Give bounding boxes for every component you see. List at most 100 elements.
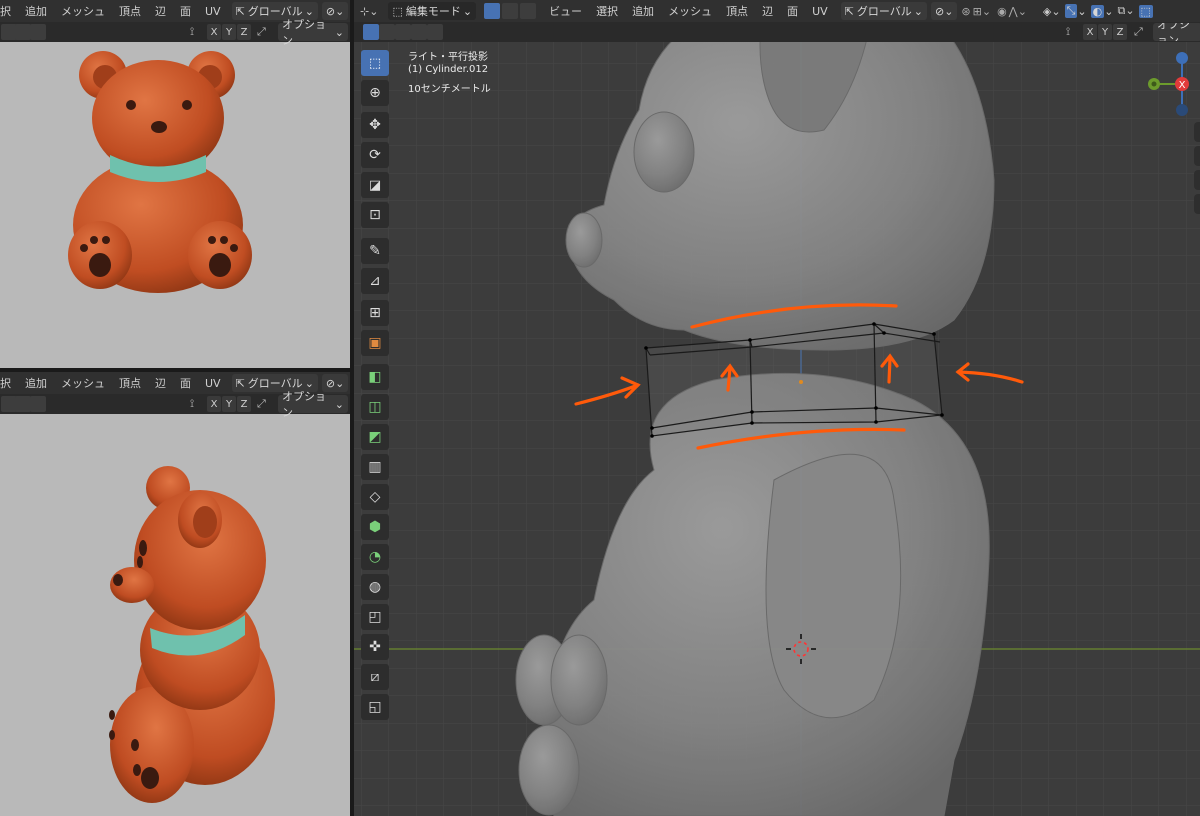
tool-rotate[interactable]: ⟳ [361, 142, 389, 168]
tool-move[interactable]: ✥ [361, 112, 389, 138]
tool-scale[interactable]: ◪ [361, 172, 389, 198]
menu-edge[interactable]: 辺 [155, 3, 166, 19]
proportional-icon[interactable]: ◉ [997, 5, 1007, 18]
select-mode-icon[interactable] [30, 396, 46, 412]
menu-view[interactable]: ビュー [549, 3, 582, 19]
menu-face[interactable]: 面 [180, 375, 191, 391]
overlay-toggle-icon[interactable]: ◐ [1090, 4, 1105, 18]
mirror-icon[interactable]: ⟟ [190, 25, 194, 39]
menu-mesh[interactable]: メッシュ [61, 3, 105, 19]
tool-extrude[interactable]: ◧ [361, 364, 389, 390]
menu-face[interactable]: 面 [787, 3, 798, 19]
tool-poly-build[interactable]: ⬢ [361, 514, 389, 540]
tool-spin[interactable]: ◔ [361, 544, 389, 570]
xray-icon[interactable]: ⧉⌄ [1117, 4, 1134, 18]
axis-y-button[interactable]: Y [222, 24, 236, 40]
mirror-icon[interactable]: ⟟ [1066, 25, 1070, 39]
axis-z-button[interactable]: Z [237, 24, 251, 40]
edge-select-icon[interactable] [502, 3, 519, 19]
menu-select[interactable]: 択 [0, 3, 11, 19]
perspective-button[interactable] [1194, 194, 1200, 214]
mode-dropdown[interactable]: ⬚ 編集モード ⌄ [388, 2, 477, 20]
tool-annotate[interactable]: ✎ [361, 238, 389, 264]
select-subtract-icon[interactable] [395, 24, 411, 40]
select-invert-icon[interactable] [411, 24, 427, 40]
menu-add[interactable]: 追加 [632, 3, 654, 19]
menu-vertex[interactable]: 頂点 [119, 3, 141, 19]
axis-z-button[interactable]: Z [237, 396, 251, 412]
menu-vertex[interactable]: 頂点 [726, 3, 748, 19]
tool-cursor[interactable]: ⊕ [361, 80, 389, 106]
menu-edge[interactable]: 辺 [155, 375, 166, 391]
tool-smooth[interactable]: ◍ [361, 574, 389, 600]
axis-z-button[interactable]: Z [1113, 24, 1127, 40]
orientation-dropdown[interactable]: ⇱ グローバル ⌄ [840, 2, 927, 20]
zoom-button[interactable] [1194, 122, 1200, 142]
select-mode-icon[interactable] [15, 24, 31, 40]
mirror-icon[interactable]: ⟟ [190, 397, 194, 411]
axis-x-button[interactable]: X [207, 396, 221, 412]
axis-y-button[interactable]: Y [1098, 24, 1112, 40]
vertex-select-icon[interactable] [484, 3, 501, 19]
viewport-grid [354, 0, 1200, 816]
auto-merge-icon[interactable]: ⤢ [257, 397, 266, 411]
tool-loop-cut[interactable]: ▥ [361, 454, 389, 480]
select-new-icon[interactable] [363, 24, 379, 40]
pan-button[interactable] [1194, 146, 1200, 166]
menu-mesh[interactable]: メッシュ [668, 3, 712, 19]
select-extend-icon[interactable] [379, 24, 395, 40]
menu-uv[interactable]: UV [205, 377, 221, 390]
face-select-icon[interactable] [520, 3, 537, 19]
tool-knife[interactable]: ◇ [361, 484, 389, 510]
camera-view-button[interactable] [1194, 170, 1200, 190]
shading-icon[interactable]: ⬚ [1138, 4, 1153, 18]
auto-merge-icon[interactable]: ⤢ [257, 25, 266, 39]
menu-mesh[interactable]: メッシュ [61, 375, 105, 391]
main-subheader: ⟟ X Y Z ⤢ オプション [354, 22, 1200, 42]
select-mode-icon[interactable] [30, 24, 46, 40]
tool-add-cube[interactable]: ⊞ [361, 300, 389, 326]
chevron-down-icon[interactable]: ⌄ [1077, 5, 1086, 18]
chevron-down-icon[interactable]: ⌄ [1104, 5, 1113, 18]
menu-add[interactable]: 追加 [25, 3, 47, 19]
menu-vertex[interactable]: 頂点 [119, 375, 141, 391]
tool-rip[interactable]: ◱ [361, 694, 389, 720]
tool-shear[interactable]: ⧄ [361, 664, 389, 690]
tool-inset[interactable]: ◫ [361, 394, 389, 420]
snap-target-icon[interactable]: ⊞⌄ [973, 5, 991, 18]
navigation-gizmo[interactable]: X [1140, 42, 1200, 122]
menu-face[interactable]: 面 [180, 3, 191, 19]
select-mode-icon[interactable] [15, 396, 31, 412]
menu-add[interactable]: 追加 [25, 375, 47, 391]
menu-uv[interactable]: UV [205, 5, 221, 18]
axis-y-button[interactable]: Y [222, 396, 236, 412]
tool-annotate-extra[interactable]: ▣ [361, 330, 389, 356]
auto-merge-icon[interactable]: ⤢ [1134, 25, 1143, 39]
editor-type-icon[interactable]: ⊹⌄ [360, 5, 378, 18]
falloff-icon[interactable]: ⋀⌄ [1009, 5, 1027, 18]
tool-measure[interactable]: ⊿ [361, 268, 389, 294]
tool-select-box[interactable]: ⬚ [361, 50, 389, 76]
smooth-icon: ◍ [368, 579, 382, 595]
menu-uv[interactable]: UV [812, 5, 828, 18]
axis-x-button[interactable]: X [207, 24, 221, 40]
menu-edge[interactable]: 辺 [762, 3, 773, 19]
rotate-icon: ⟳ [369, 147, 381, 163]
tool-edge-slide[interactable]: ◰ [361, 604, 389, 630]
visibility-icon[interactable]: ◈⌄ [1043, 5, 1061, 18]
snap-icon[interactable]: ⊛ [961, 5, 970, 18]
tool-shrink-fatten[interactable]: ✜ [361, 634, 389, 660]
select-box-icon: ⬚ [368, 55, 382, 71]
axis-x-button[interactable]: X [1083, 24, 1097, 40]
menu-select[interactable]: 選択 [596, 3, 618, 19]
options-dropdown[interactable]: オプション ⌄ [278, 390, 348, 419]
select-intersect-icon[interactable] [427, 24, 443, 40]
tool-bevel[interactable]: ◩ [361, 424, 389, 450]
options-dropdown[interactable]: オプション ⌄ [278, 18, 348, 47]
gizmo-toggle-icon[interactable]: ⤡ [1064, 4, 1078, 18]
pivot-dropdown[interactable]: ⊘ ⌄ [930, 2, 958, 20]
options-dropdown[interactable]: オプション [1153, 23, 1200, 41]
menu-select[interactable]: 択 [0, 375, 11, 391]
tool-transform[interactable]: ⊡ [361, 202, 389, 228]
main-viewport[interactable] [354, 0, 1200, 816]
